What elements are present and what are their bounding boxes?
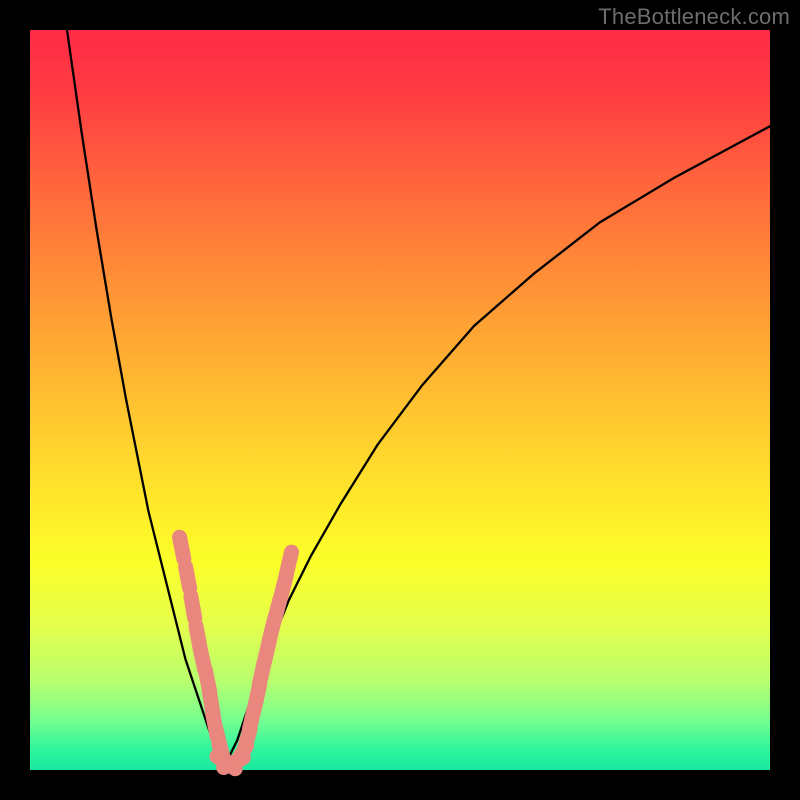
marker-group xyxy=(180,537,292,768)
marker-capsule xyxy=(180,537,184,559)
plot-area xyxy=(30,30,770,770)
marker-capsule xyxy=(287,552,292,573)
marker-capsule xyxy=(191,596,195,618)
bottleneck-curve xyxy=(67,30,770,763)
watermark-text: TheBottleneck.com xyxy=(598,4,790,30)
chart-frame: TheBottleneck.com xyxy=(0,0,800,800)
curve-layer xyxy=(30,30,770,770)
curve-right-branch xyxy=(222,126,770,762)
marker-capsule xyxy=(186,567,190,589)
